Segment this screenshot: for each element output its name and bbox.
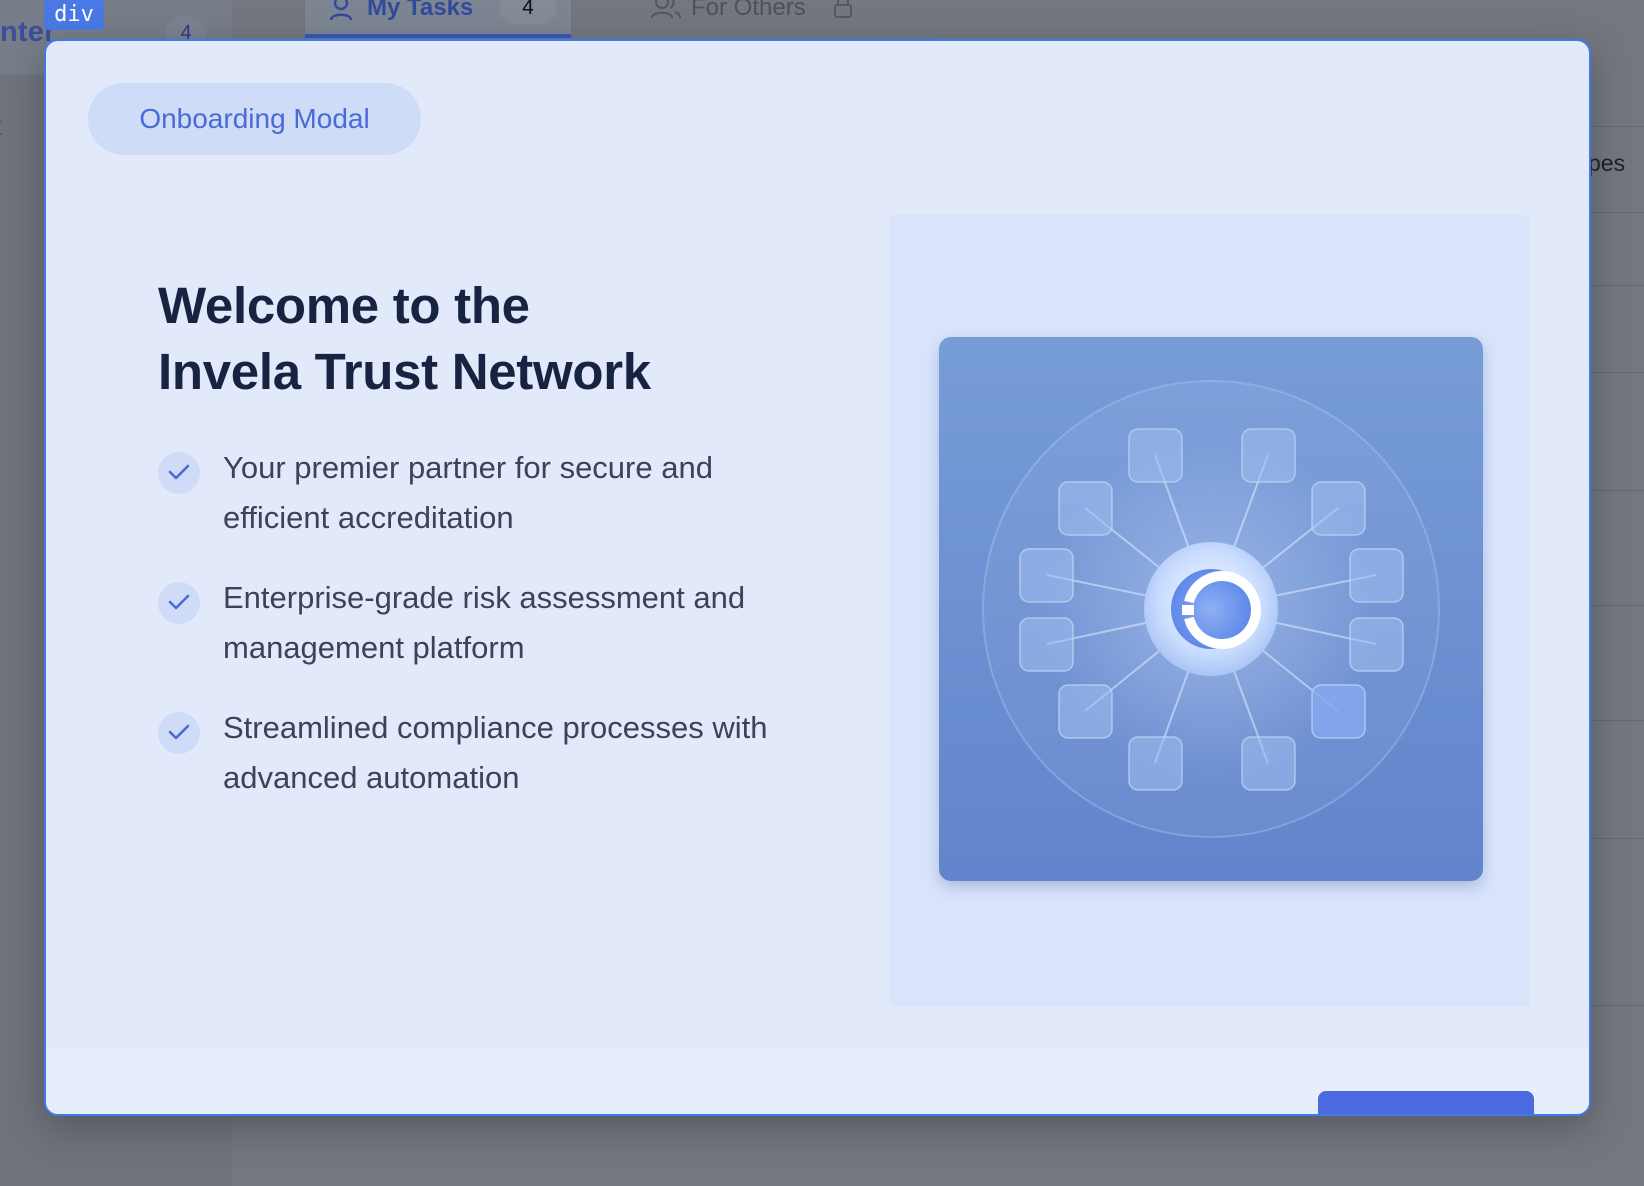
- network-node: [1241, 428, 1296, 483]
- background-partial-column-text: pes: [1588, 150, 1626, 176]
- tab-for-others[interactable]: For Others: [571, 0, 935, 38]
- feature-list: Your premier partner for secure and effi…: [158, 431, 878, 821]
- feature-text-line2: advanced automation: [223, 760, 520, 795]
- feature-text: Enterprise-grade risk assessment and man…: [223, 573, 843, 673]
- network-node: [1349, 617, 1404, 672]
- feature-text: Your premier partner for secure and effi…: [223, 443, 843, 543]
- tab-count-badge: 4: [500, 0, 556, 24]
- network-illustration: [939, 337, 1483, 881]
- modal-title-line2: Invela Trust Network: [158, 343, 651, 400]
- feature-text-line2: efficient accreditation: [223, 500, 514, 535]
- network-node: [1128, 736, 1183, 791]
- network-node: [1019, 617, 1074, 672]
- modal-title: Welcome to the Invela Trust Network: [158, 273, 858, 405]
- modal-type-badge: Onboarding Modal: [88, 83, 421, 155]
- feature-item: Enterprise-grade risk assessment and man…: [158, 561, 878, 691]
- inspector-element-tag: div: [44, 0, 104, 30]
- onboarding-modal: Onboarding Modal Welcome to the Invela T…: [44, 39, 1591, 1116]
- network-node: [1349, 548, 1404, 603]
- network-node: [1241, 736, 1296, 791]
- check-icon: [158, 582, 200, 624]
- tab-label: My Tasks: [367, 0, 474, 21]
- next-button[interactable]: [1318, 1091, 1534, 1114]
- network-graphic: [982, 380, 1440, 838]
- network-node: [1058, 684, 1113, 739]
- users-icon: [650, 0, 682, 25]
- network-node: [1058, 481, 1113, 536]
- feature-item: Streamlined compliance processes with ad…: [158, 691, 878, 821]
- tab-my-tasks[interactable]: My Tasks 4: [305, 0, 571, 38]
- user-icon: [329, 0, 353, 27]
- lock-icon: [833, 0, 853, 25]
- network-node: [1128, 428, 1183, 483]
- feature-text-line1: Streamlined compliance processes with: [223, 710, 768, 745]
- feature-text-line2: management platform: [223, 630, 525, 665]
- network-node: [1311, 481, 1366, 536]
- check-icon: [158, 712, 200, 754]
- feature-text-line1: Enterprise-grade risk assessment and: [223, 580, 746, 615]
- feature-text-line1: Your premier partner for secure and: [223, 450, 713, 485]
- network-node: [1019, 548, 1074, 603]
- check-icon: [158, 452, 200, 494]
- feature-item: Your premier partner for secure and effi…: [158, 431, 878, 561]
- sidebar-partial-text: t: [0, 110, 2, 142]
- network-node: [1311, 684, 1366, 739]
- tab-label: For Others: [691, 0, 806, 21]
- background-table-edge: [1590, 80, 1644, 1010]
- feature-text: Streamlined compliance processes with ad…: [223, 703, 843, 803]
- modal-title-line1: Welcome to the: [158, 277, 530, 334]
